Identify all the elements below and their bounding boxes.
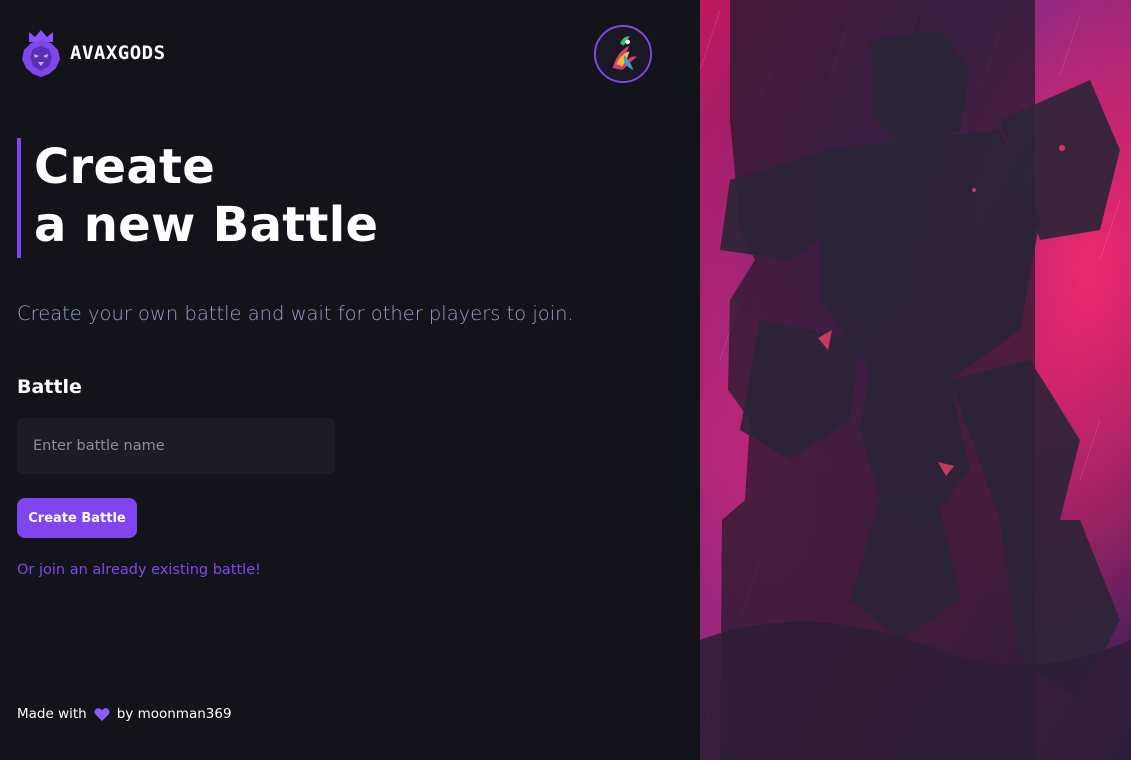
footer: Made with by moonman369 [17,706,232,722]
page-heading: Create a new Battle [17,138,378,258]
brand-logo[interactable]: AVAXGODS [18,28,166,78]
join-existing-battle-link[interactable]: Or join an already existing battle! [17,562,261,578]
hero-artwork [700,0,1131,760]
footer-author: by moonman369 [116,706,232,722]
footer-made-with: Made with [17,706,87,722]
lion-crown-icon [22,30,60,77]
battle-name-label: Battle [17,376,82,398]
heading-line-1: Create [34,139,216,195]
page-subtitle: Create your own battle and wait for othe… [17,302,574,325]
brand-name: AVAXGODS [70,42,166,64]
battle-name-input[interactable] [17,418,335,474]
hero-image [700,0,1131,760]
left-panel: AVAXGODS Create a new Battle Create your… [0,0,700,760]
heart-icon [94,707,110,721]
avatar-image [596,27,650,81]
player-avatar[interactable] [594,25,652,83]
heading-line-2: a new Battle [34,197,379,253]
create-battle-button[interactable]: Create Battle [17,498,137,538]
page: AVAXGODS Create a new Battle Create your… [0,0,1131,760]
